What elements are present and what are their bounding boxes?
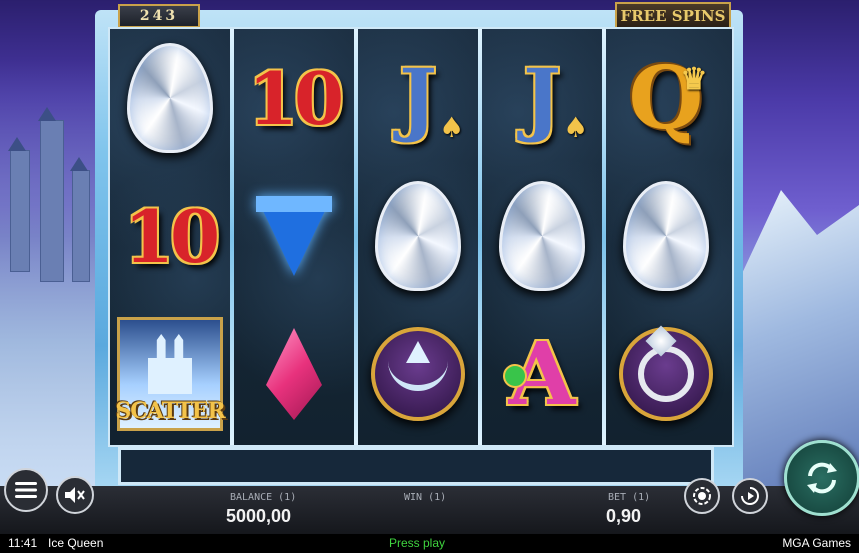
symbol-ruby [234,305,354,443]
win-message-bar [118,447,714,485]
castle-icon [148,334,192,394]
egg-diamond-icon [499,181,585,291]
reel-1: 10 SCATTER [110,29,230,445]
symbol-jack-text: J ♠ [399,51,465,145]
symbol-scatter: SCATTER [110,305,230,443]
symbol-egg-diamond [110,29,230,167]
free-spins-label: FREE SPINS [615,2,731,30]
win-label: WIN (1) [404,492,447,503]
bet-value: 0,90 [606,506,642,526]
control-bar: BALANCE (1) 5000,00 WIN (1) BET (1) 0,90 [0,486,859,534]
symbol-ten: 10 [234,29,354,167]
symbol-ten: 10 [110,167,230,305]
reel-4: J ♠ A [482,29,602,445]
balance-label: BALANCE (1) [230,492,297,503]
spin-arrows-icon [807,462,837,494]
symbol-queen: Q ♛ [606,29,726,167]
ways-counter: 243 [118,4,200,28]
bet-chip-button[interactable] [684,478,720,514]
scatter-text: SCATTER [115,398,225,424]
chip-icon [693,487,711,505]
autoplay-icon [741,487,759,505]
speaker-mute-icon [65,487,85,503]
egg-diamond-icon [127,43,213,153]
sapphire-icon [256,196,332,276]
tiara-icon [371,327,465,421]
reel-5: Q ♛ [606,29,732,445]
castle-tower [8,137,30,272]
egg-diamond-icon [623,181,709,291]
game-name: Ice Queen [48,536,104,550]
symbol-sapphire [234,167,354,305]
spin-button[interactable] [784,440,859,516]
crown-icon: ♛ [680,61,708,97]
symbol-queen-text: Q ♛ [628,47,708,149]
egg-diamond-icon [375,181,461,291]
menu-button[interactable] [4,468,48,512]
reel-3: J ♠ [358,29,478,445]
emerald-icon [502,363,527,388]
symbol-tiara [358,305,478,443]
symbol-jack: J ♠ [358,29,478,167]
bet-label: BET (1) [608,492,651,503]
castle-tower [38,107,64,282]
status-text: Press play [389,536,446,550]
symbol-ten-text: 10 [123,193,220,279]
hamburger-icon [15,482,37,498]
scatter-icon: SCATTER [115,317,226,431]
sound-button[interactable] [56,476,94,514]
symbol-egg-diamond [606,167,726,305]
castle-tower [70,157,90,282]
ring-icon [619,327,713,421]
symbol-ring [606,305,726,443]
autoplay-button[interactable] [732,478,768,514]
ruby-icon [266,328,322,420]
symbol-egg-diamond [482,167,602,305]
symbol-jack: J ♠ [482,29,602,167]
footer-bar: 11:41 Ice Queen Press play MGA Games [0,534,859,553]
symbol-jack-text: J ♠ [523,51,589,145]
spade-icon: ♠ [563,111,589,144]
symbol-ten-text: 10 [247,55,344,141]
symbol-ace: A [482,305,602,443]
balance-value: 5000,00 [226,506,292,526]
symbol-egg-diamond [358,167,478,305]
provider-name: MGA Games [782,536,851,550]
reel-2: 10 [234,29,354,445]
spade-icon: ♠ [439,111,465,144]
clock: 11:41 [8,536,38,550]
symbol-ace-text: A [502,324,575,425]
reel-area: 10 SCATTER 10 J ♠ J ♠ A Q ♛ [108,27,734,447]
